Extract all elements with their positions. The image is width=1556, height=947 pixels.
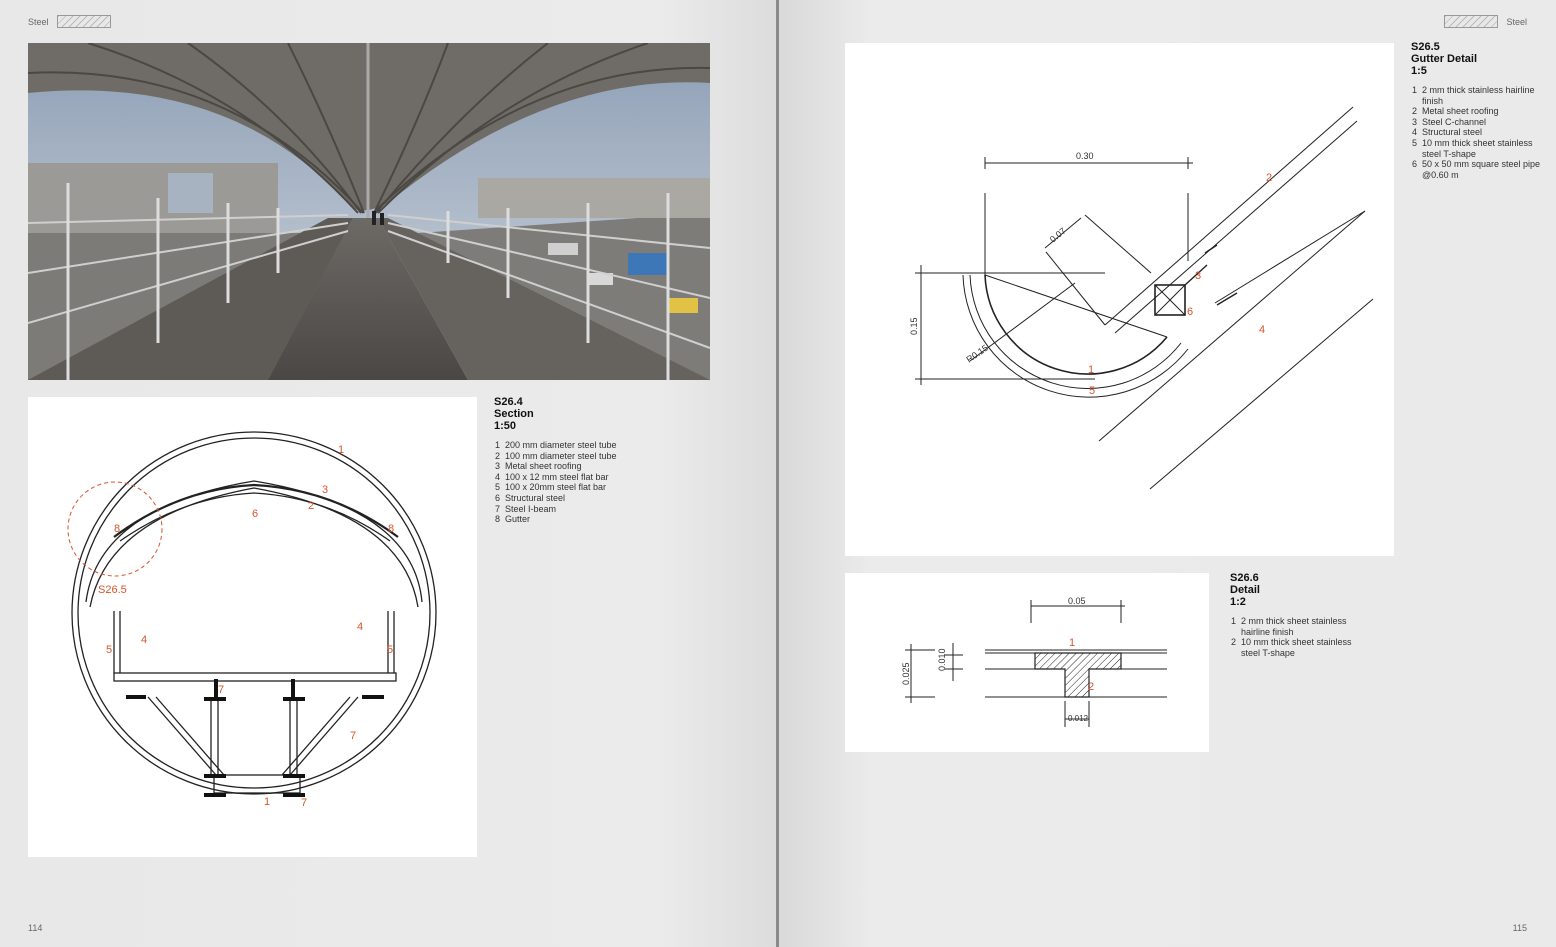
dim-height: 0.15 [909, 317, 919, 335]
caption-s26-6: S26.6 Detail 1:2 12 mm thick sheet stain… [1230, 572, 1370, 658]
skywalk-photo-illustration [28, 43, 710, 380]
svg-text:4: 4 [1259, 324, 1265, 336]
caption-scale: 1:5 [1411, 65, 1427, 77]
legend-list: 1 200 mm diameter steel tube 2 100 mm diam… [494, 440, 644, 525]
legend-item: 2 Metal sheet roofing [1411, 106, 1499, 117]
legend-item: 5 10 mm thick sheet stainless steel T-sha… [1411, 137, 1533, 159]
svg-text:5: 5 [1089, 385, 1095, 397]
svg-text:7: 7 [218, 684, 224, 696]
caption-title: Section [494, 408, 534, 420]
dim-stem: 0.012 [1068, 714, 1089, 723]
dim-width: 0.05 [1068, 596, 1086, 606]
running-head-label: Steel [28, 16, 49, 27]
svg-text:5: 5 [387, 644, 393, 656]
gutter-detail-panel: 0.30 0.15 0.07 R0.15 2 3 6 4 1 5 [845, 43, 1394, 556]
svg-text:6: 6 [252, 508, 258, 520]
legend-item: 3 Steel C-channel [1411, 116, 1487, 127]
dim-radius: R0.15 [964, 343, 989, 365]
svg-text:2: 2 [308, 500, 314, 512]
callout-label: S26.5 [98, 584, 127, 596]
legend-item: 2 10 mm thick sheet stainless steel T-sha… [1230, 637, 1352, 658]
legend-item: 5 100 x 20mm steel flat bar [494, 482, 607, 493]
caption-s26-5: S26.5 Gutter Detail 1:5 12 mm thick stai… [1411, 41, 1551, 180]
svg-text:4: 4 [357, 621, 363, 633]
svg-text:2: 2 [1088, 681, 1094, 693]
svg-text:3: 3 [1195, 270, 1201, 282]
caption-s26-4: S26.4 Section 1:50 1 200 mm diameter stee… [494, 396, 644, 525]
svg-text:7: 7 [350, 730, 356, 742]
dim-total-height: 0.025 [901, 662, 911, 685]
t-detail-drawing: 0.05 0.025 0.010 0.012 1 2 [901, 596, 1167, 727]
svg-text:6: 6 [1187, 306, 1193, 318]
steel-hatch-swatch [56, 15, 111, 28]
legend-item: 4 Structural steel [1411, 127, 1483, 138]
svg-text:7: 7 [301, 797, 307, 809]
caption-title: Detail [1230, 584, 1260, 596]
svg-text:8: 8 [388, 523, 394, 535]
legend-item: 3 Metal sheet roofing [494, 461, 582, 472]
caption-ref: S26.6 [1230, 572, 1259, 584]
section-drawing: 1 3 2 6 8 8 4 4 5 5 7 7 1 7 S26.5 [67, 431, 437, 809]
svg-text:3: 3 [322, 484, 328, 496]
dim-width: 0.30 [1076, 151, 1094, 161]
legend-list: 12 mm thick sheet stainless hairline fin… [1230, 616, 1370, 658]
caption-title: Gutter Detail [1411, 53, 1478, 65]
page-number-left: 114 [28, 923, 43, 933]
running-head-label: Steel [1506, 16, 1527, 27]
dim-plate-height: 0.010 [937, 648, 947, 671]
caption-ref: S26.4 [494, 396, 523, 408]
legend-item: 2 100 mm diameter steel tube [494, 450, 617, 461]
caption-ref: S26.5 [1411, 41, 1440, 53]
caption-scale: 1:50 [494, 420, 517, 432]
svg-text:1: 1 [1069, 637, 1075, 649]
caption-scale: 1:2 [1230, 596, 1246, 608]
svg-text:4: 4 [141, 634, 147, 646]
svg-text:1: 1 [1088, 364, 1094, 376]
legend-item: 12 mm thick stainless hairline finish [1411, 85, 1535, 106]
dim-offset: 0.07 [1048, 226, 1068, 245]
steel-hatch-swatch [1444, 15, 1499, 28]
legend-item: 1 200 mm diameter steel tube [494, 440, 617, 450]
legend-item: 6 50 x 50 mm square steel pipe @0.60 m [1411, 159, 1541, 180]
svg-text:2: 2 [1266, 172, 1272, 184]
legend-item: 8 Gutter [494, 514, 531, 525]
legend-list: 12 mm thick stainless hairline finish 2M… [1411, 85, 1551, 180]
gutter-detail-drawing: 0.30 0.15 0.07 R0.15 2 3 6 4 1 5 [909, 106, 1374, 490]
legend-item: 12 mm thick sheet stainless hairline fin… [1230, 616, 1347, 637]
running-head-right: Steel [1444, 15, 1527, 28]
left-page: Steel 1 3 2 6 8 8 4 4 5 5 7 7 1 7 S26.5 … [0, 0, 777, 947]
running-head-left: Steel [28, 15, 111, 28]
svg-text:1: 1 [338, 444, 344, 456]
section-drawing-panel: 1 3 2 6 8 8 4 4 5 5 7 7 1 7 S26.5 [28, 397, 477, 857]
legend-item: 4 100 x 12 mm steel flat bar [494, 471, 609, 482]
t-shape-section [1034, 652, 1122, 698]
svg-text:8: 8 [114, 523, 120, 535]
book-spread: Steel 1 3 2 6 8 8 4 4 5 5 7 7 1 7 S26.5 … [0, 0, 1556, 947]
legend-item: 6 Structural steel [494, 492, 566, 503]
legend-item: 7 Steel I-beam [494, 503, 557, 514]
svg-text:5: 5 [106, 644, 112, 656]
right-page: Steel 0.30 0.15 0.07 R0.15 2 3 6 4 1 5 S… [779, 0, 1556, 947]
t-detail-panel: 0.05 0.025 0.010 0.012 1 2 [845, 573, 1209, 752]
skywalk-photo [28, 43, 710, 380]
page-number-right: 115 [1512, 923, 1527, 933]
svg-text:1: 1 [264, 796, 270, 808]
